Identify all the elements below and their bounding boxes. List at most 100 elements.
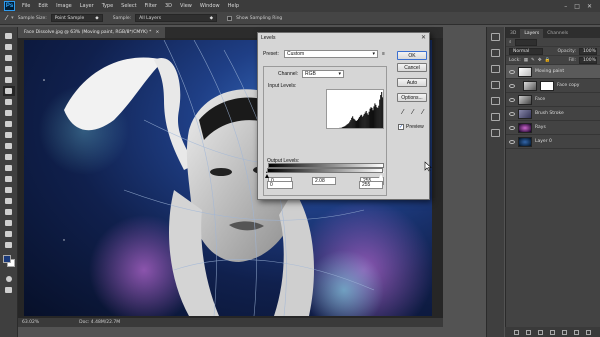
layer-row[interactable]: Face xyxy=(506,93,600,107)
move-tool-icon[interactable] xyxy=(3,31,15,41)
tool-presets-panel-icon[interactable] xyxy=(491,129,500,137)
layer-row[interactable]: Rays xyxy=(506,121,600,135)
visibility-eye-icon[interactable] xyxy=(509,139,515,144)
eyedropper-tool-icon[interactable] xyxy=(2,85,15,96)
menu-filter[interactable]: Filter xyxy=(145,3,157,9)
layer-style-icon[interactable] xyxy=(526,329,531,335)
layer-row[interactable]: Face copy xyxy=(506,79,600,93)
close-button[interactable]: ✕ xyxy=(587,3,592,10)
character-panel-icon[interactable] xyxy=(491,97,500,105)
type-tool-icon[interactable] xyxy=(3,196,15,206)
layer-kind-select[interactable] xyxy=(514,38,537,46)
adjustments-panel-icon[interactable] xyxy=(491,65,500,73)
new-group-icon[interactable] xyxy=(562,329,567,335)
menu-image[interactable]: Image xyxy=(56,3,72,9)
tab-channels[interactable]: Channels xyxy=(543,29,572,38)
trash-icon[interactable] xyxy=(586,329,591,335)
input-gamma-field[interactable]: 2.08 xyxy=(312,177,336,185)
link-layers-icon[interactable] xyxy=(514,329,519,335)
blend-mode-select[interactable]: Normal xyxy=(509,47,543,55)
tool-preset-chevron-icon[interactable]: ▾ xyxy=(11,15,14,21)
menu-3d[interactable]: 3D xyxy=(165,3,172,9)
eraser-tool-icon[interactable] xyxy=(3,141,15,151)
output-white-slider[interactable] xyxy=(379,174,383,178)
options-button[interactable]: Options... xyxy=(397,93,427,102)
zoom-level[interactable]: 63.02% xyxy=(22,320,39,325)
preset-select[interactable]: Custom ▾ xyxy=(284,50,378,58)
visibility-eye-icon[interactable] xyxy=(509,97,515,102)
document-tab[interactable]: Face Dissolve.jpg @ 63% (Moving paint, R… xyxy=(18,27,166,38)
dodge-tool-icon[interactable] xyxy=(3,174,15,184)
quick-mask-icon[interactable] xyxy=(3,274,15,284)
adjustment-layer-icon[interactable] xyxy=(550,329,555,335)
gray-eyedropper-icon[interactable]: ⁄ xyxy=(409,109,417,116)
marquee-tool-icon[interactable] xyxy=(3,42,15,52)
crop-tool-icon[interactable] xyxy=(3,75,15,85)
menu-edit[interactable]: Edit xyxy=(38,3,48,9)
path-select-tool-icon[interactable] xyxy=(3,207,15,217)
sample-select[interactable]: All Layers ◆ xyxy=(135,14,218,22)
show-ring-checkbox[interactable] xyxy=(227,15,233,21)
pen-tool-icon[interactable] xyxy=(3,185,15,195)
add-mask-icon[interactable] xyxy=(538,329,543,335)
minimize-button[interactable]: – xyxy=(564,3,567,10)
properties-panel-icon[interactable] xyxy=(491,49,500,57)
channel-select[interactable]: RGB ▾ xyxy=(302,70,344,78)
close-tab-icon[interactable]: × xyxy=(155,30,159,35)
paragraph-panel-icon[interactable] xyxy=(491,113,500,121)
tab-layers[interactable]: Layers xyxy=(520,29,544,38)
cancel-button[interactable]: Cancel xyxy=(397,63,427,72)
new-layer-icon[interactable] xyxy=(574,329,579,335)
auto-button[interactable]: Auto xyxy=(397,78,427,87)
color-swatches[interactable] xyxy=(2,254,16,268)
menu-select[interactable]: Select xyxy=(121,3,136,9)
screen-mode-icon[interactable] xyxy=(3,285,15,295)
history-brush-tool-icon[interactable] xyxy=(3,130,15,140)
blur-tool-icon[interactable] xyxy=(3,163,15,173)
visibility-eye-icon[interactable] xyxy=(509,69,515,74)
maximize-button[interactable]: □ xyxy=(574,3,580,10)
history-panel-icon[interactable] xyxy=(491,33,500,41)
visibility-eye-icon[interactable] xyxy=(509,83,515,88)
output-black-slider[interactable] xyxy=(265,174,269,178)
stamp-tool-icon[interactable] xyxy=(3,119,15,129)
lock-all-icon[interactable]: 🔒 xyxy=(545,58,551,63)
menu-type[interactable]: Type xyxy=(102,3,113,9)
layer-row[interactable]: Brush Stroke xyxy=(506,107,600,121)
search-icon[interactable]: ⌕ xyxy=(509,39,512,45)
sample-size-select[interactable]: Point Sample ◆ xyxy=(50,14,103,22)
menu-layer[interactable]: Layer xyxy=(80,3,94,9)
preset-options-icon[interactable]: ≡ xyxy=(382,51,385,57)
fill-input[interactable]: 100% xyxy=(579,56,597,64)
white-eyedropper-icon[interactable]: ⁄ xyxy=(419,109,427,116)
tab-3d[interactable]: 3D xyxy=(506,29,520,38)
hand-tool-icon[interactable] xyxy=(3,229,15,239)
close-icon[interactable]: ✕ xyxy=(421,34,426,41)
layer-row[interactable]: Moving paint xyxy=(506,65,600,79)
output-black-field[interactable]: 0 xyxy=(267,181,293,189)
eyedropper-tool-icon[interactable]: ⁄ xyxy=(6,14,7,22)
lock-position-icon[interactable]: ✥ xyxy=(538,58,542,63)
menu-file[interactable]: File xyxy=(22,3,30,9)
shape-tool-icon[interactable] xyxy=(3,218,15,228)
output-white-field[interactable]: 255 xyxy=(359,181,383,189)
menu-view[interactable]: View xyxy=(180,3,192,9)
gradient-tool-icon[interactable] xyxy=(3,152,15,162)
lasso-tool-icon[interactable] xyxy=(3,53,15,63)
healing-tool-icon[interactable] xyxy=(3,97,15,107)
foreground-color-swatch[interactable] xyxy=(2,255,11,263)
ok-button[interactable]: OK xyxy=(397,51,427,60)
opacity-input[interactable]: 100% xyxy=(579,47,597,55)
menu-help[interactable]: Help xyxy=(228,3,239,9)
black-eyedropper-icon[interactable]: ⁄ xyxy=(399,109,407,116)
quick-select-tool-icon[interactable] xyxy=(3,64,15,74)
zoom-tool-icon[interactable] xyxy=(3,240,15,250)
swatches-panel-icon[interactable] xyxy=(491,81,500,89)
lock-transparent-icon[interactable]: ▦ xyxy=(524,58,528,63)
menu-window[interactable]: Window xyxy=(200,3,220,9)
layer-row[interactable]: Layer 0 xyxy=(506,135,600,149)
lock-paint-icon[interactable]: ✎ xyxy=(531,58,535,63)
preview-checkbox[interactable]: ✓ xyxy=(398,124,404,130)
visibility-eye-icon[interactable] xyxy=(509,111,515,116)
visibility-eye-icon[interactable] xyxy=(509,125,515,130)
